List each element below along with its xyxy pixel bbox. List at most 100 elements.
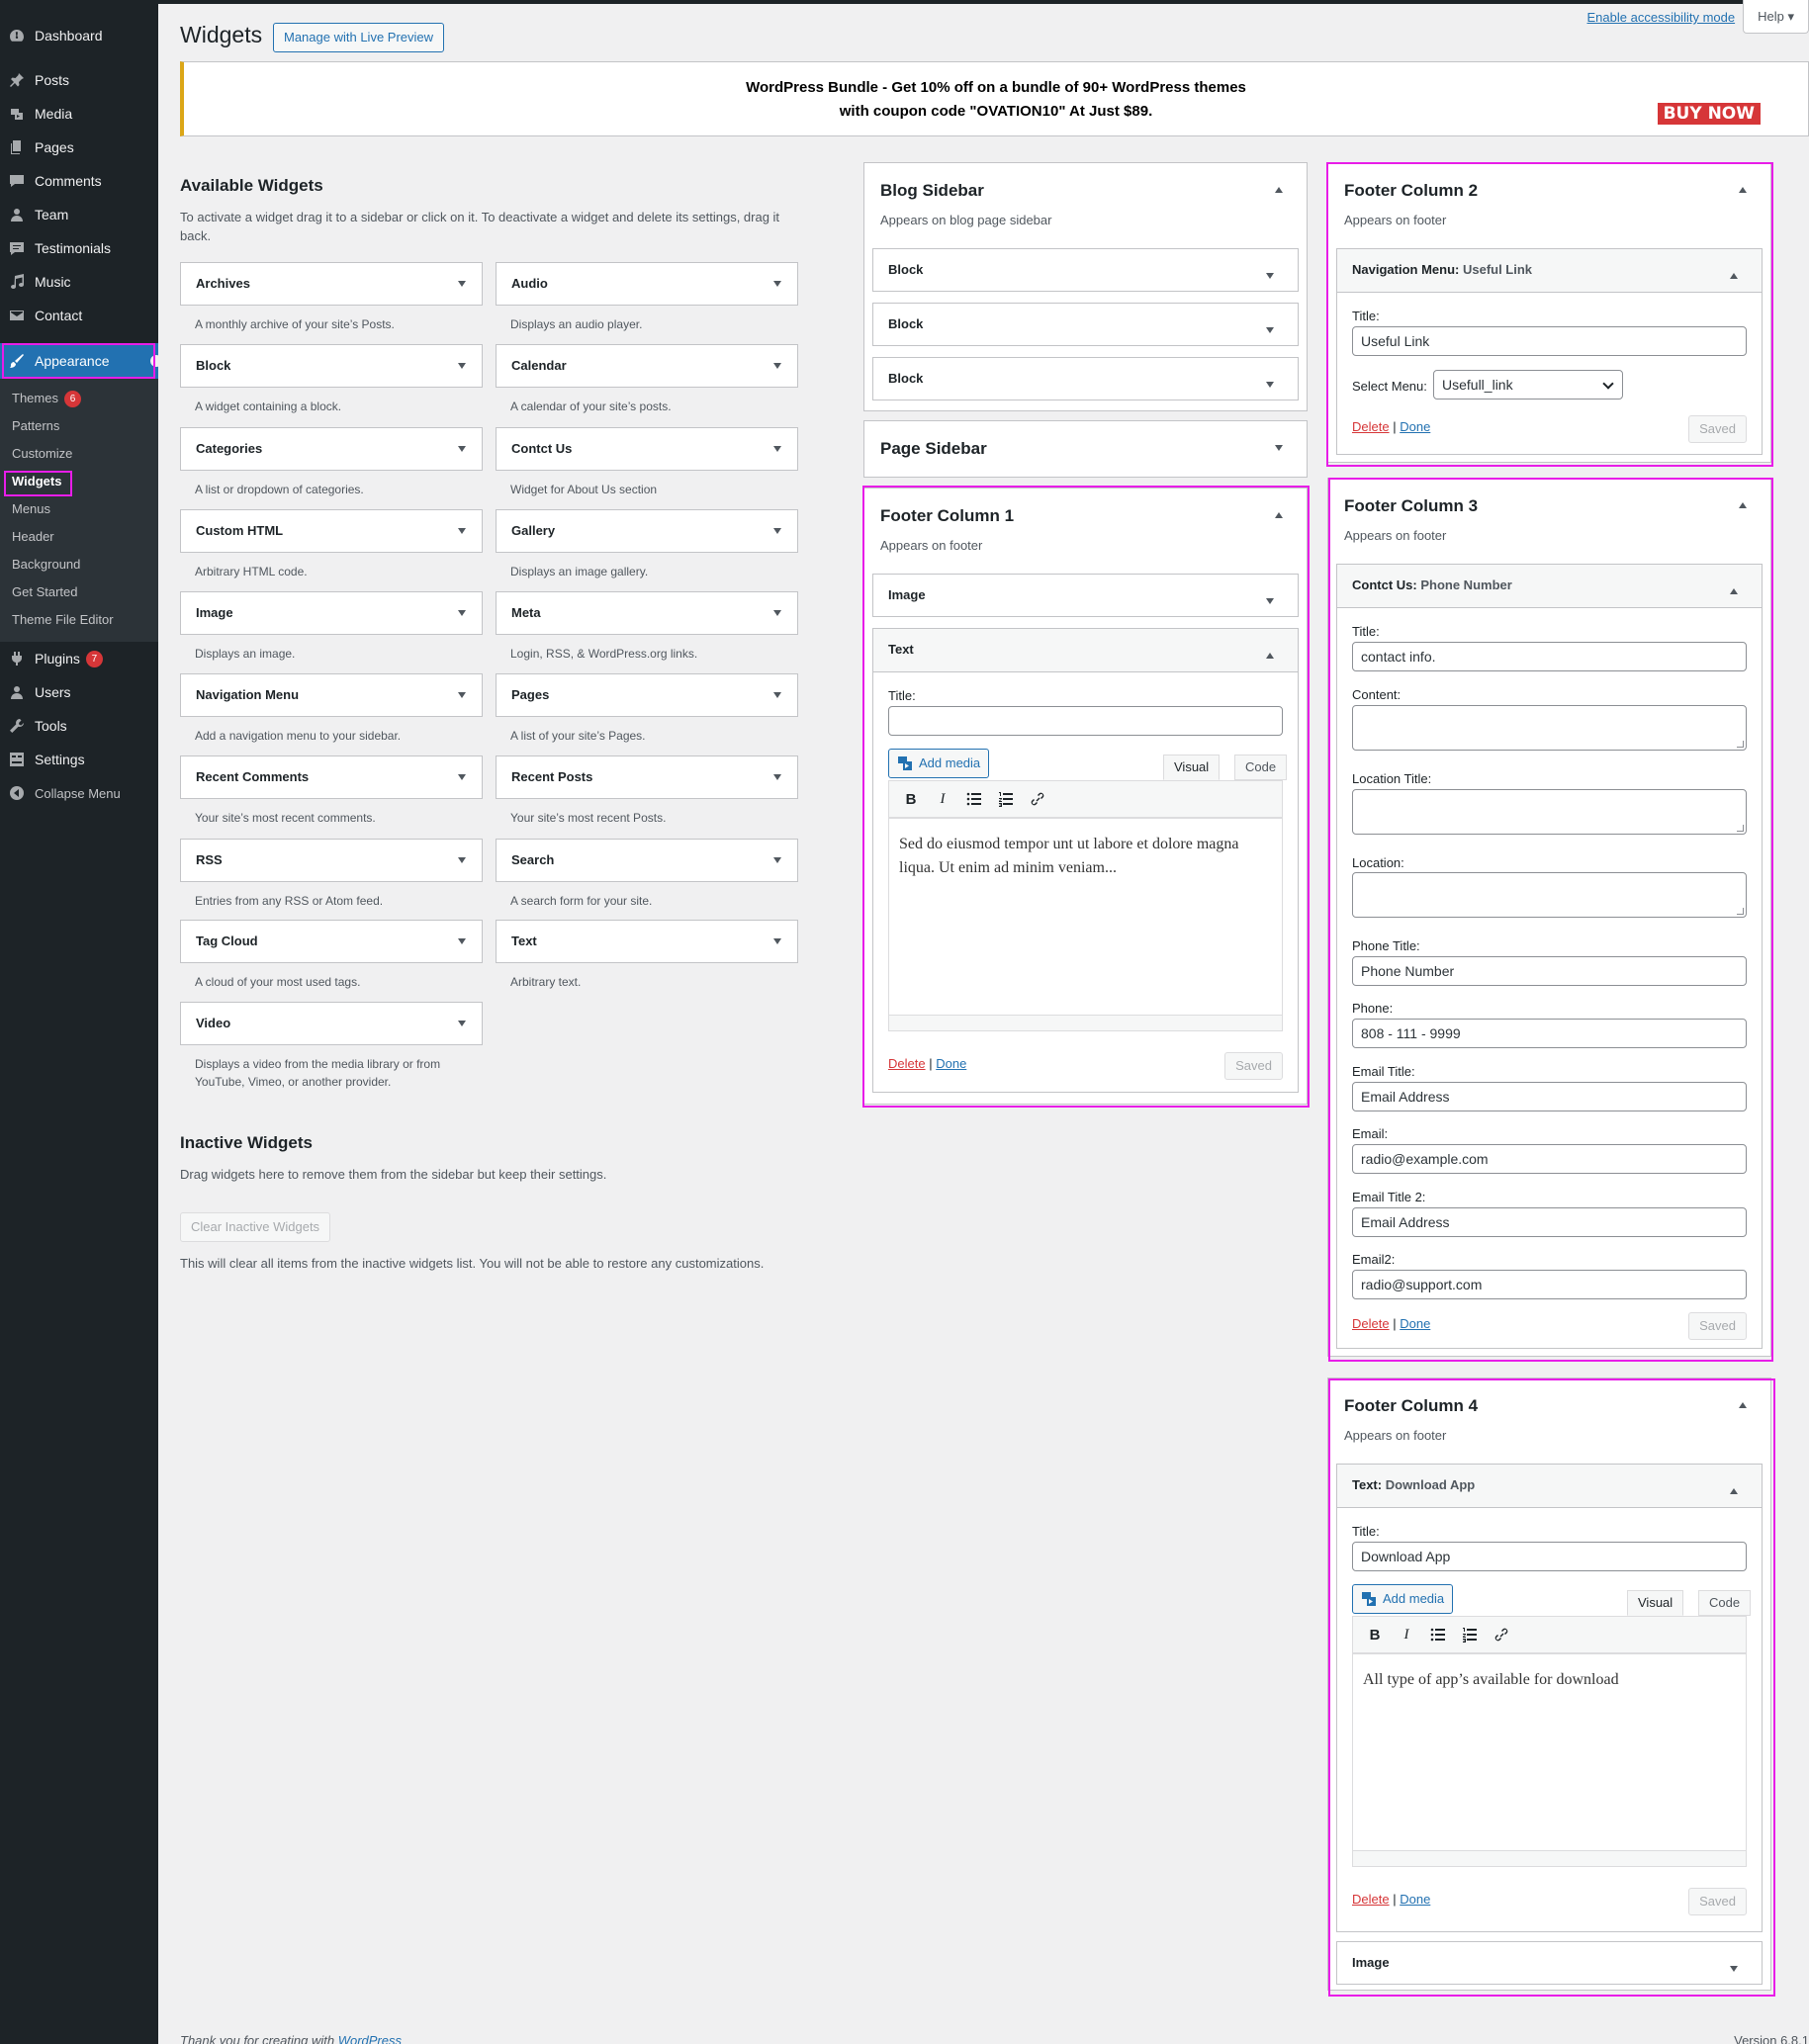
tab-code[interactable]: Code [1234, 755, 1288, 780]
sidebar-item-tools[interactable]: Tools [0, 709, 158, 743]
expand-arrow-icon[interactable] [773, 610, 781, 616]
saved-button[interactable]: Saved [1224, 1052, 1283, 1080]
available-widget[interactable]: Meta [496, 591, 798, 635]
collapse-arrow-icon[interactable] [1266, 653, 1274, 659]
collapse-arrow-icon[interactable] [1275, 512, 1283, 518]
blog-widget-block[interactable]: Block [872, 303, 1299, 346]
help-tab-button[interactable]: Help ▾ [1743, 0, 1809, 34]
widget-header[interactable]: Text: Download App [1337, 1465, 1762, 1506]
footer4-widget-image[interactable]: Image [1336, 1941, 1763, 1985]
title-input[interactable]: Download App [1352, 1542, 1747, 1571]
available-widget[interactable]: Block [180, 344, 483, 388]
sidebar-item-appearance[interactable]: Appearance [0, 343, 162, 379]
sidebar-item-dashboard[interactable]: Dashboard [0, 19, 158, 52]
available-widget[interactable]: Contct Us [496, 427, 798, 471]
available-widget[interactable]: Categories [180, 427, 483, 471]
expand-arrow-icon[interactable] [773, 938, 781, 944]
expand-arrow-icon[interactable] [773, 446, 781, 452]
link-icon[interactable] [1486, 1620, 1517, 1649]
done-link[interactable]: Done [1400, 1892, 1430, 1907]
collapse-arrow-icon[interactable] [1739, 502, 1747, 508]
expand-arrow-icon[interactable] [1266, 273, 1274, 279]
sidebar-item-plugins[interactable]: Plugins 7 [0, 642, 158, 675]
email-title-input[interactable]: Email Address [1352, 1082, 1747, 1111]
expand-arrow-icon[interactable] [1275, 445, 1283, 451]
available-widget[interactable]: Recent Posts [496, 755, 798, 799]
available-widget[interactable]: RSS [180, 839, 483, 882]
submenu-item-menus[interactable]: Menus [0, 495, 158, 523]
expand-arrow-icon[interactable] [773, 857, 781, 863]
available-widget[interactable]: Pages [496, 673, 798, 717]
expand-arrow-icon[interactable] [773, 281, 781, 287]
available-widget[interactable]: Custom HTML [180, 509, 483, 553]
sidebar-item-team[interactable]: Team [0, 198, 158, 231]
sidebar-item-contact[interactable]: Contact [0, 299, 158, 332]
available-widget[interactable]: Audio [496, 262, 798, 306]
tab-code[interactable]: Code [1698, 1590, 1752, 1616]
expand-arrow-icon[interactable] [458, 1021, 466, 1026]
done-link[interactable]: Done [936, 1056, 966, 1071]
submenu-item-patterns[interactable]: Patterns [0, 412, 158, 440]
available-widget[interactable]: Navigation Menu [180, 673, 483, 717]
link-icon[interactable] [1022, 784, 1053, 814]
done-link[interactable]: Done [1400, 419, 1430, 434]
expand-arrow-icon[interactable] [458, 528, 466, 534]
bold-button[interactable]: B [895, 784, 927, 814]
add-media-button[interactable]: Add media [888, 749, 990, 778]
bullet-list-icon[interactable] [958, 784, 990, 814]
expand-arrow-icon[interactable] [458, 692, 466, 698]
expand-arrow-icon[interactable] [773, 692, 781, 698]
submenu-item-header[interactable]: Header [0, 523, 158, 551]
email-input[interactable]: radio@example.com [1352, 1144, 1747, 1174]
phone-input[interactable]: 808 - 111 - 9999 [1352, 1019, 1747, 1048]
widget-header[interactable]: Contct Us: Phone Number [1337, 565, 1762, 606]
saved-button[interactable]: Saved [1688, 1888, 1747, 1915]
available-widget[interactable]: Recent Comments [180, 755, 483, 799]
available-widget[interactable]: Text [496, 920, 798, 963]
available-widget[interactable]: Image [180, 591, 483, 635]
email2-input[interactable]: radio@support.com [1352, 1270, 1747, 1299]
title-input[interactable]: Useful Link [1352, 326, 1747, 356]
sidebar-item-testimonials[interactable]: Testimonials [0, 231, 158, 265]
submenu-item-get-started[interactable]: Get Started [0, 578, 158, 606]
done-link[interactable]: Done [1400, 1316, 1430, 1331]
collapse-arrow-icon[interactable] [1730, 1488, 1738, 1494]
expand-arrow-icon[interactable] [773, 528, 781, 534]
expand-arrow-icon[interactable] [458, 363, 466, 369]
expand-arrow-icon[interactable] [1730, 1966, 1738, 1972]
expand-arrow-icon[interactable] [458, 446, 466, 452]
page-sidebar-panel[interactable]: Page Sidebar [863, 420, 1308, 478]
delete-link[interactable]: Delete [888, 1056, 926, 1071]
collapse-menu-button[interactable]: Collapse Menu [0, 776, 158, 810]
collapse-arrow-icon[interactable] [1275, 187, 1283, 193]
clear-inactive-button[interactable]: Clear Inactive Widgets [180, 1212, 331, 1242]
collapse-arrow-icon[interactable] [1730, 273, 1738, 279]
wordpress-link[interactable]: WordPress [338, 2033, 402, 2044]
expand-arrow-icon[interactable] [1266, 327, 1274, 333]
blog-widget-block[interactable]: Block [872, 357, 1299, 400]
submenu-item-background[interactable]: Background [0, 551, 158, 578]
expand-arrow-icon[interactable] [458, 774, 466, 780]
sidebar-item-users[interactable]: Users [0, 675, 158, 709]
tab-visual[interactable]: Visual [1163, 755, 1221, 780]
sidebar-item-pages[interactable]: Pages [0, 131, 158, 164]
italic-button[interactable]: I [927, 784, 958, 814]
editor-content[interactable]: All type of app’s available for download [1352, 1653, 1747, 1851]
phone-title-input[interactable]: Phone Number [1352, 956, 1747, 986]
expand-arrow-icon[interactable] [773, 774, 781, 780]
email-title-2-input[interactable]: Email Address [1352, 1207, 1747, 1237]
editor-resize-handle[interactable] [888, 1016, 1283, 1031]
content-textarea[interactable] [1352, 705, 1747, 751]
editor-content[interactable]: Sed do eiusmod tempor unt ut labore et d… [888, 818, 1283, 1016]
delete-link[interactable]: Delete [1352, 1316, 1390, 1331]
available-widget[interactable]: Tag Cloud [180, 920, 483, 963]
bold-button[interactable]: B [1359, 1620, 1391, 1649]
location-textarea[interactable] [1352, 872, 1747, 918]
expand-arrow-icon[interactable] [458, 938, 466, 944]
collapse-arrow-icon[interactable] [1739, 1402, 1747, 1408]
widget-header[interactable]: Text [873, 629, 1298, 670]
editor-resize-handle[interactable] [1352, 1851, 1747, 1867]
title-input[interactable] [888, 706, 1283, 736]
delete-link[interactable]: Delete [1352, 1892, 1390, 1907]
live-preview-button[interactable]: Manage with Live Preview [273, 23, 445, 52]
